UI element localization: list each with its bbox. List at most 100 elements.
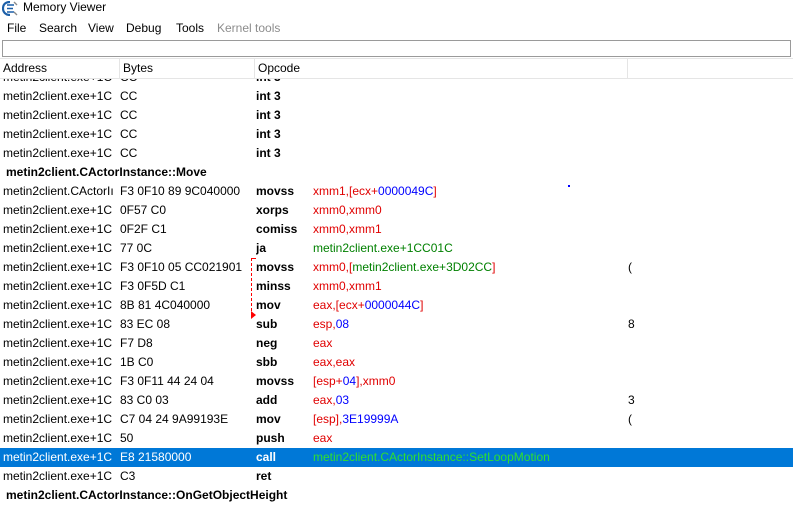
address-cell: metin2client.CActorIı bbox=[3, 184, 114, 198]
address-cell: metin2client.exe+1C bbox=[3, 241, 113, 255]
column-comment[interactable] bbox=[628, 59, 793, 78]
operand-part: 04 bbox=[342, 374, 357, 388]
opcode-cell: call bbox=[256, 450, 277, 464]
instruction-row[interactable]: metin2client.exe+1C C7 04 24 9A99193E mov [… bbox=[0, 410, 793, 429]
operand-part: [esp], bbox=[313, 412, 343, 426]
operands-cell: xmm0,xmm0 bbox=[313, 201, 623, 220]
opcode-cell: ja bbox=[256, 241, 267, 255]
symbol-row[interactable]: metin2client.CActorInstance::OnGetObject… bbox=[0, 486, 793, 505]
operand-part: ] bbox=[433, 184, 437, 198]
menu-item-tools[interactable]: Tools bbox=[176, 20, 204, 36]
menu-item-debug[interactable]: Debug bbox=[126, 20, 161, 36]
operand-part: eax,[ecx+ bbox=[313, 298, 365, 312]
operand-part: xmm0,xmm0 bbox=[313, 203, 382, 217]
address-cell: metin2client.exe+1C bbox=[3, 279, 113, 293]
instruction-row[interactable]: metin2client.exe+1C F3 0F10 05 CC021901 mo… bbox=[0, 258, 793, 277]
operand-part: 3E19999A bbox=[342, 412, 399, 426]
comment-cell: ( bbox=[628, 260, 632, 274]
jump-line bbox=[251, 258, 252, 316]
instruction-row[interactable]: metin2client.exe+1C F3 0F11 44 24 04 movss… bbox=[0, 372, 793, 391]
opcode-cell: int 3 bbox=[256, 79, 310, 87]
bytes-cell: 50 bbox=[120, 431, 134, 445]
instruction-row[interactable]: metin2client.exe+1CCC int 3 bbox=[0, 79, 793, 87]
bytes-cell: CC bbox=[120, 108, 138, 122]
instruction-row[interactable]: metin2client.exe+1CCCint 3 bbox=[0, 106, 793, 125]
operand-part: ] bbox=[420, 298, 424, 312]
instruction-row[interactable]: metin2client.exe+1C 1B C0 sbb eax,eax bbox=[0, 353, 793, 372]
comment-cell: ( bbox=[628, 412, 632, 426]
menu-item-view[interactable]: View bbox=[88, 20, 114, 36]
menu-item-file[interactable]: File bbox=[7, 20, 26, 36]
column-bytes[interactable]: Bytes bbox=[120, 59, 255, 78]
opcode-cell: mov bbox=[256, 412, 281, 426]
opcode-cell: movss bbox=[256, 374, 295, 388]
instruction-row[interactable]: metin2client.exe+1C 50 push eax bbox=[0, 429, 793, 448]
opcode-cell: int 3 bbox=[256, 89, 281, 103]
bytes-cell: 1B C0 bbox=[120, 355, 154, 369]
column-opcode[interactable]: Opcode bbox=[255, 59, 628, 78]
address-cell: metin2client.exe+1C bbox=[3, 79, 118, 87]
operand-part: xmm0,[ bbox=[313, 260, 353, 274]
address-cell: metin2client.exe+1C bbox=[3, 355, 113, 369]
bytes-cell: CC bbox=[120, 79, 250, 87]
instruction-row[interactable]: metin2client.exe+1C 8B 81 4C040000 mov eax,… bbox=[0, 296, 793, 315]
menu-item-search[interactable]: Search bbox=[39, 20, 77, 36]
bytes-cell: C7 04 24 9A99193E bbox=[120, 412, 229, 426]
opcode-cell: ret bbox=[256, 469, 272, 483]
cheat-engine-icon bbox=[2, 1, 18, 16]
operand-part: 0000044C bbox=[364, 298, 421, 312]
opcode-cell: int 3 bbox=[256, 108, 281, 122]
instruction-row[interactable]: metin2client.exe+1C F7 D8 neg eax bbox=[0, 334, 793, 353]
address-cell: metin2client.exe+1C bbox=[3, 127, 113, 141]
instruction-row[interactable]: metin2client.exe+1C 0F2F C1 comiss xmm0,xmm… bbox=[0, 220, 793, 239]
instruction-row[interactable]: metin2client.exe+1C C3 ret bbox=[0, 467, 793, 486]
address-cell: metin2client.exe+1C bbox=[3, 222, 113, 236]
operand-part: [esp+ bbox=[313, 374, 343, 388]
operands-cell: xmm0,[metin2client.exe+3D02CC] bbox=[313, 258, 623, 277]
disassembly-view[interactable]: metin2client.exe+1C CC int 3 metin2client.e… bbox=[0, 79, 793, 530]
address-cell: metin2client.exe+1C bbox=[3, 336, 113, 350]
opcode-cell: neg bbox=[256, 336, 278, 350]
operand-part: eax,eax bbox=[313, 355, 356, 369]
instruction-row[interactable]: metin2client.exe+1CCCint 3 bbox=[0, 125, 793, 144]
bytes-cell: F3 0F10 05 CC021901 bbox=[120, 260, 243, 274]
instruction-row[interactable]: metin2client.exe+1C 83 C0 03 add eax,03 3 bbox=[0, 391, 793, 410]
opcode-cell: minss bbox=[256, 279, 291, 293]
column-address[interactable]: Address bbox=[0, 59, 120, 78]
operands-cell: eax bbox=[313, 429, 623, 448]
bytes-cell: F3 0F10 89 9C040000 bbox=[120, 184, 241, 198]
operands-cell: xmm1,[ecx+0000049C] bbox=[313, 182, 623, 201]
instruction-row[interactable]: metin2client.exe+1C 0F57 C0 xorps xmm0,xmm0 bbox=[0, 201, 793, 220]
operands-cell: [esp],3E19999A bbox=[313, 410, 623, 429]
operands-cell: xmm0,xmm1 bbox=[313, 277, 623, 296]
address-cell: metin2client.exe+1C bbox=[3, 146, 113, 160]
instruction-row[interactable]: metin2client.exe+1CCCint 3 bbox=[0, 144, 793, 163]
instruction-row[interactable]: metin2client.exe+1C F3 0F5D C1 minss xmm0,x… bbox=[0, 277, 793, 296]
window-title: Memory Viewer bbox=[23, 0, 107, 14]
operand-part: xmm0,xmm1 bbox=[313, 222, 382, 236]
address-cell: metin2client.exe+1C bbox=[3, 374, 113, 388]
bytes-cell: CC bbox=[120, 127, 138, 141]
menu-item-kernel-tools: Kernel tools bbox=[217, 21, 281, 35]
instruction-row[interactable]: metin2client.exe+1C 77 0C ja metin2client.e… bbox=[0, 239, 793, 258]
marker-dot bbox=[568, 185, 570, 187]
bytes-cell: F7 D8 bbox=[120, 336, 153, 350]
operand-part: eax bbox=[313, 431, 333, 445]
address-bar[interactable] bbox=[2, 40, 791, 57]
opcode-cell: movss bbox=[256, 184, 295, 198]
operand-part: esp, bbox=[313, 317, 336, 331]
bytes-cell: 0F57 C0 bbox=[120, 203, 167, 217]
symbol-row[interactable]: metin2client.CActorInstance::Move bbox=[0, 163, 793, 182]
bytes-cell: CC bbox=[120, 146, 138, 160]
menu-bar: File Search View Debug Tools Kernel tools bbox=[0, 18, 793, 38]
opcode-cell: comiss bbox=[256, 222, 298, 236]
selected-instruction-row[interactable]: metin2client.exe+1C E8 21580000 call metin2… bbox=[0, 448, 793, 467]
bytes-cell: F3 0F11 44 24 04 bbox=[120, 374, 214, 388]
operand-part: 03 bbox=[335, 393, 350, 407]
operand-part: 0000049C bbox=[378, 184, 434, 198]
instruction-row[interactable]: metin2client.CActorIı F3 0F10 89 9C040000… bbox=[0, 182, 793, 201]
operands-cell: xmm0,xmm1 bbox=[313, 220, 623, 239]
instruction-row[interactable]: metin2client.exe+1CCCint 3 bbox=[0, 87, 793, 106]
operands-cell: eax,03 bbox=[313, 391, 623, 410]
instruction-row[interactable]: metin2client.exe+1C 83 EC 08 sub esp,08 8 bbox=[0, 315, 793, 334]
